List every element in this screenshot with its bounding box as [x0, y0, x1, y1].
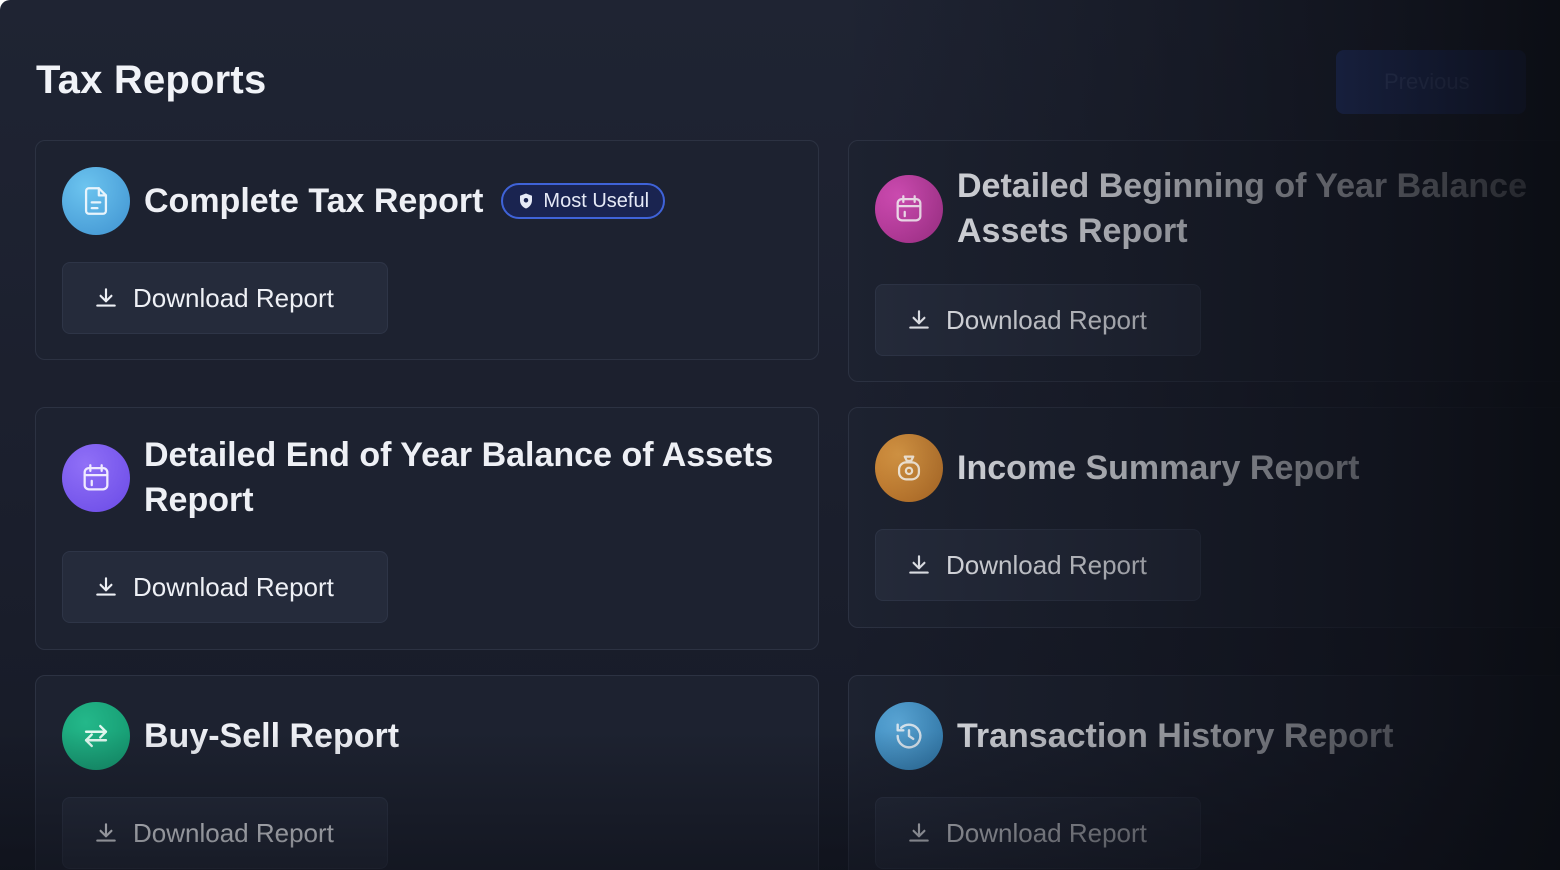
previous-button[interactable]: Previous — [1336, 50, 1526, 114]
report-card-beginning-of-year: Detailed Beginning of Year Balance Asset… — [848, 140, 1560, 382]
report-card-complete-tax: Complete Tax Report Most Useful Download… — [35, 140, 819, 360]
history-clock-icon — [875, 702, 943, 770]
report-title: Detailed End of Year Balance of Assets R… — [144, 433, 773, 523]
report-card-transaction-history: Transaction History Report Download Repo… — [848, 675, 1560, 870]
badge-label: Most Useful — [543, 189, 650, 212]
report-title-line-1: Detailed Beginning of Year Balance — [957, 167, 1527, 205]
swap-arrows-icon — [62, 702, 130, 770]
download-icon — [909, 555, 929, 574]
download-icon — [96, 288, 116, 307]
report-title: Buy-Sell Report — [144, 716, 400, 755]
download-report-button[interactable]: Download Report — [875, 284, 1201, 356]
download-report-button[interactable]: Download Report — [875, 529, 1201, 601]
tax-reports-panel: Tax Reports Previous Complete Tax Report… — [0, 0, 1560, 870]
download-icon — [96, 577, 116, 596]
download-report-button[interactable]: Download Report — [62, 551, 388, 623]
download-report-button[interactable]: Download Report — [62, 262, 388, 334]
calendar-icon — [875, 175, 943, 243]
download-report-button[interactable]: Download Report — [62, 797, 388, 869]
download-label: Download Report — [133, 282, 334, 313]
money-bag-icon — [875, 434, 943, 502]
download-label: Download Report — [133, 571, 334, 602]
report-title: Complete Tax Report — [144, 181, 484, 220]
badge-shield-icon — [520, 193, 533, 209]
calendar-icon — [62, 444, 130, 512]
report-title: Detailed Beginning of Year Balance Asset… — [957, 164, 1527, 254]
report-title: Transaction History Report — [957, 716, 1394, 755]
report-card-end-of-year: Detailed End of Year Balance of Assets R… — [35, 407, 819, 650]
download-icon — [96, 823, 116, 842]
download-label: Download Report — [133, 817, 334, 848]
download-icon — [909, 823, 929, 842]
report-title-line-2: Report — [144, 481, 254, 519]
document-icon — [62, 167, 130, 235]
report-card-buy-sell: Buy-Sell Report Download Report — [35, 675, 819, 870]
download-label: Download Report — [946, 304, 1147, 335]
report-title-line-2: Assets Report — [957, 212, 1188, 250]
report-title: Income Summary Report — [957, 448, 1360, 487]
page-title: Tax Reports — [36, 58, 267, 102]
most-useful-badge: Most Useful — [501, 183, 666, 219]
download-label: Download Report — [946, 817, 1147, 848]
report-title-line-1: Detailed End of Year Balance of Assets — [144, 436, 774, 474]
download-report-button[interactable]: Download Report — [875, 797, 1201, 869]
report-card-income-summary: Income Summary Report Download Report — [848, 407, 1560, 628]
download-label: Download Report — [946, 549, 1147, 580]
download-icon — [909, 310, 929, 329]
